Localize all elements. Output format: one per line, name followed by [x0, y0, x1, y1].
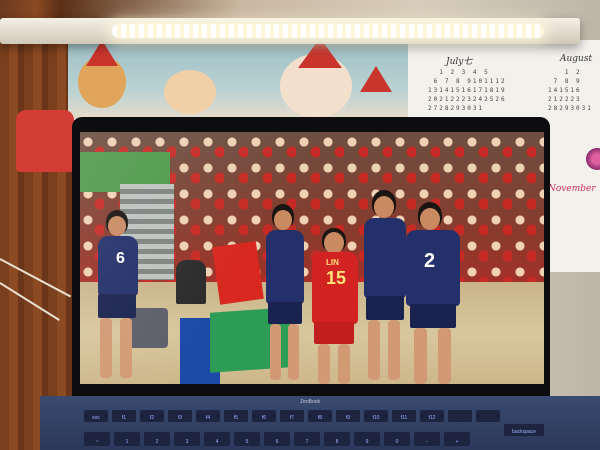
- keyboard: esc f1 f2 f3 f4 f5 f6 f7 f8 f9 f10 f11 f…: [54, 410, 584, 450]
- lamp-led-strip: [112, 24, 544, 38]
- calendar-month: November: [548, 184, 596, 194]
- key-9[interactable]: 9: [354, 432, 380, 446]
- jersey-name: LIN: [326, 258, 339, 267]
- key-f7[interactable]: f7: [280, 410, 304, 422]
- key-f6[interactable]: f6: [252, 410, 276, 422]
- key-4[interactable]: 4: [204, 432, 230, 446]
- christmas-ornament: [16, 110, 74, 172]
- key-f9[interactable]: f9: [336, 410, 360, 422]
- key-f10[interactable]: f10: [364, 410, 388, 422]
- laptop-brand: ZenBook: [300, 399, 321, 405]
- key-0[interactable]: 0: [384, 432, 410, 446]
- calendar-month: August: [560, 54, 593, 64]
- player-6: 6: [86, 208, 146, 384]
- player-15: LIN 15: [306, 228, 362, 384]
- calendar-days: 1 2 3 4 5 6 7 8 9101112 13141516171819 2…: [428, 69, 507, 112]
- key-f3[interactable]: f3: [168, 410, 192, 422]
- key-f1[interactable]: f1: [112, 410, 136, 422]
- key-plus[interactable]: +: [444, 432, 470, 446]
- player-2: 2: [398, 202, 478, 384]
- laptop-screen: 6 LIN 15 2: [80, 132, 544, 384]
- key-5[interactable]: 5: [234, 432, 260, 446]
- jersey-number: 2: [424, 250, 436, 272]
- key-esc[interactable]: esc: [84, 410, 108, 422]
- key-f4[interactable]: f4: [196, 410, 220, 422]
- key-f2[interactable]: f2: [140, 410, 164, 422]
- key-backspace[interactable]: backspace: [504, 424, 544, 436]
- key-2[interactable]: 2: [144, 432, 170, 446]
- key-fn[interactable]: [476, 410, 500, 422]
- photo-scene: July七 August November 1 2 3 4 5 6 7 8 91…: [0, 0, 600, 450]
- key-f11[interactable]: f11: [392, 410, 416, 422]
- cameraman: [176, 260, 206, 304]
- key-f12[interactable]: f12: [420, 410, 444, 422]
- key-f5[interactable]: f5: [224, 410, 248, 422]
- jersey-number: 15: [326, 268, 347, 288]
- red-flag: [212, 241, 264, 305]
- key-tilde[interactable]: ~: [84, 432, 110, 446]
- key-1[interactable]: 1: [114, 432, 140, 446]
- calendar-month: July七: [446, 57, 473, 67]
- poster-bear: [164, 70, 216, 114]
- key-6[interactable]: 6: [264, 432, 290, 446]
- key-fn[interactable]: [448, 410, 472, 422]
- player-teammate: [262, 204, 308, 384]
- key-7[interactable]: 7: [294, 432, 320, 446]
- calendar-days: 1 2 7 8 9 141516 212223 28293031: [548, 69, 593, 112]
- key-f8[interactable]: f8: [308, 410, 332, 422]
- jersey-number: 6: [116, 250, 125, 267]
- key-minus[interactable]: -: [414, 432, 440, 446]
- key-8[interactable]: 8: [324, 432, 350, 446]
- santa-hat-icon: [360, 66, 392, 92]
- key-3[interactable]: 3: [174, 432, 200, 446]
